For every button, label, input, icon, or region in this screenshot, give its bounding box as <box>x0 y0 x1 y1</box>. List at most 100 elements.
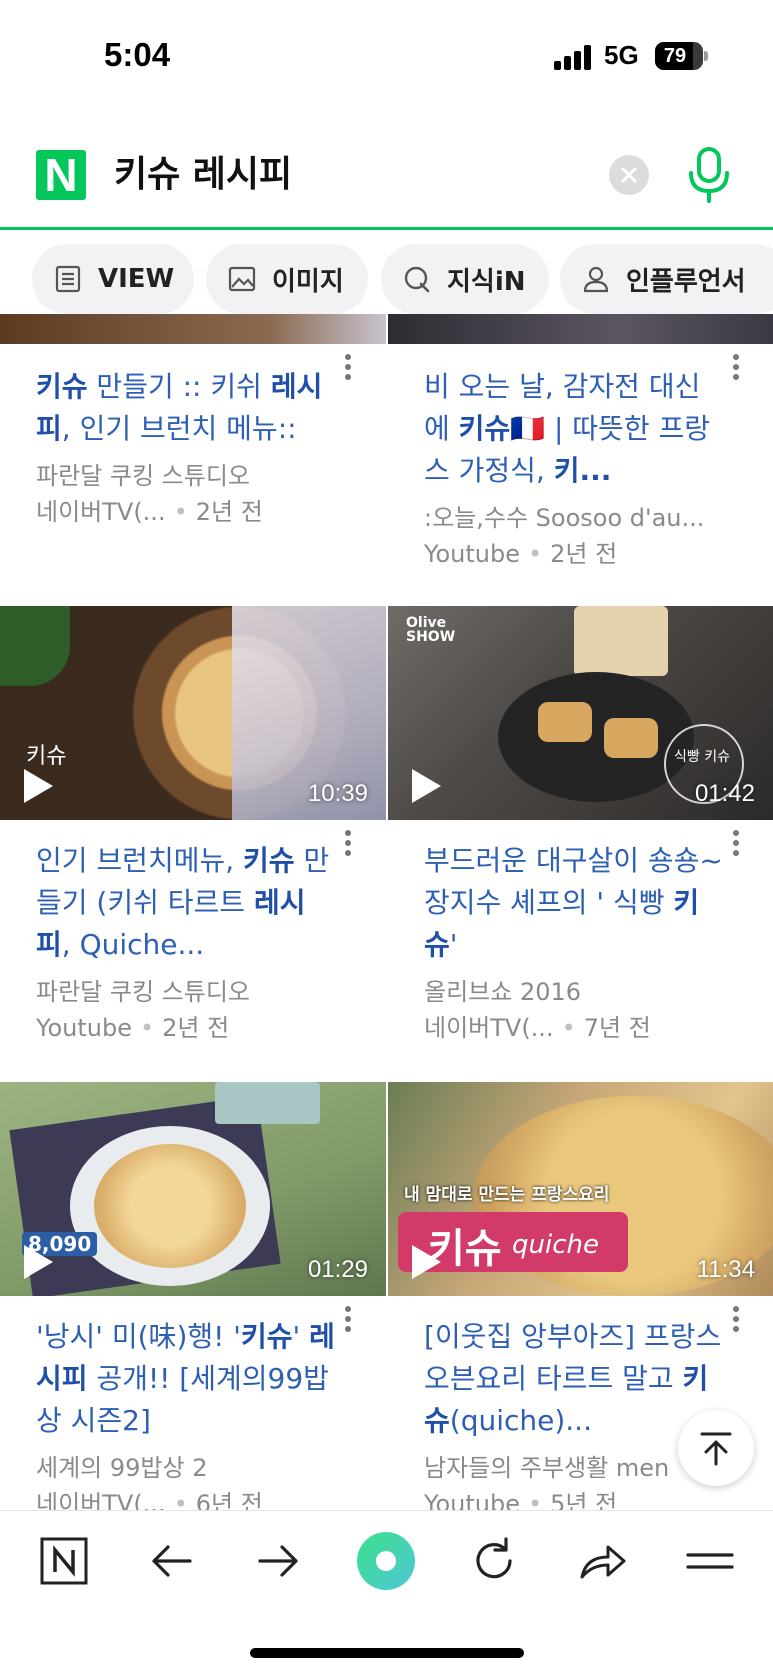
result-source: 파란달 쿠킹 스튜디오 <box>36 462 250 490</box>
dish-decoration <box>215 1082 320 1124</box>
green-dot-icon <box>357 1532 415 1590</box>
voice-search-button[interactable] <box>684 145 734 205</box>
highlighted-keyword: 키슈 <box>241 1320 293 1353</box>
separator-dot: • <box>140 1014 155 1042</box>
battery-icon: 79 <box>655 42 703 70</box>
home-indicator <box>250 1648 524 1658</box>
battery-percent: 79 <box>663 45 687 67</box>
screen: 5:04 5G 79 N 키슈 레시피 VIEW 이미지 지식iN 인플루언서 … <box>0 0 773 1676</box>
tab-influencer-label: 인플루언서 <box>626 266 746 297</box>
salad-decoration <box>0 606 70 686</box>
result-age: 2년 전 <box>162 1014 230 1042</box>
thumb-caption: 식빵 키슈 <box>674 749 730 765</box>
scroll-to-top-button[interactable] <box>678 1410 754 1486</box>
result-platform: Youtube <box>424 540 520 568</box>
highlighted-keyword: 키슈 <box>36 370 88 403</box>
result-source: 파란달 쿠킹 스튜디오 <box>36 978 250 1006</box>
quiche-piece <box>538 702 592 742</box>
video-thumbnail[interactable]: 8,090 01:29 <box>0 1082 386 1296</box>
result-platform: Youtube <box>36 1014 132 1042</box>
play-icon <box>412 769 441 803</box>
video-duration: 01:29 <box>307 1256 368 1283</box>
tab-image[interactable]: 이미지 <box>206 244 368 314</box>
refresh-button[interactable] <box>464 1531 524 1591</box>
arrow-up-icon <box>700 1432 732 1466</box>
tab-knowledge-in[interactable]: 지식iN <box>381 244 549 314</box>
separator-dot: • <box>561 1014 576 1042</box>
forward-arrow-icon <box>258 1545 298 1577</box>
play-icon <box>24 1245 53 1279</box>
tab-view[interactable]: VIEW <box>32 244 194 314</box>
plate-decoration <box>498 672 694 802</box>
title-text: ' <box>449 928 458 961</box>
document-icon <box>55 265 81 293</box>
highlighted-keyword: 키... <box>553 454 612 487</box>
network-type: 5G <box>604 40 639 70</box>
video-results: 키슈 만들기 :: 키쉬 레시피, 인기 브런치 메뉴:: 파란달 쿠킹 스튜디… <box>0 314 773 1510</box>
result-title[interactable]: 인기 브런치메뉴, 키슈 만들기 (키쉬 타르트 레시피, Quiche... <box>36 840 336 966</box>
more-options-button[interactable] <box>338 1302 358 1338</box>
video-thumbnail[interactable]: Olive SHOW 식빵 키슈 01:42 <box>388 606 773 820</box>
result-card[interactable]: 키슈 만들기 :: 키쉬 레시피, 인기 브런치 메뉴:: 파란달 쿠킹 스튜디… <box>36 366 336 530</box>
clear-search-button[interactable] <box>609 155 649 195</box>
video-thumbnail[interactable] <box>0 314 386 344</box>
status-time: 5:04 <box>104 36 171 73</box>
bread-loaf-decoration <box>574 606 668 676</box>
more-options-button[interactable] <box>726 826 746 862</box>
more-options-button[interactable] <box>338 826 358 862</box>
more-options-button[interactable] <box>726 350 746 386</box>
back-button[interactable] <box>142 1531 202 1591</box>
more-options-button[interactable] <box>726 1302 746 1338</box>
thumb-caption-2: quiche <box>512 1230 599 1260</box>
result-platform: Youtube <box>424 1490 520 1510</box>
result-source: :오늘,수수 Soosoo d'au... <box>424 504 705 532</box>
result-age: 2년 전 <box>195 498 263 526</box>
separator-dot: • <box>528 540 543 568</box>
video-thumbnail[interactable]: 키슈 10:39 <box>0 606 386 820</box>
result-card[interactable]: 비 오는 날, 감자전 대신에 키슈🇫🇷 | 따뜻한 프랑스 가정식, 키...… <box>424 366 724 572</box>
result-title[interactable]: '낭시' 미(味)행! '키슈' 레시피 공개!! [세계의99밥상 시즌2] <box>36 1316 336 1442</box>
highlighted-keyword: 키슈 <box>243 844 295 877</box>
olive-show-logo: Olive SHOW <box>406 615 456 645</box>
result-platform: 네이버TV(... <box>36 1490 166 1510</box>
quiche-decoration <box>94 1144 246 1268</box>
tab-view-label: VIEW <box>98 264 175 294</box>
result-title[interactable]: 비 오는 날, 감자전 대신에 키슈🇫🇷 | 따뜻한 프랑스 가정식, 키... <box>424 366 724 492</box>
result-title[interactable]: 부드러운 대구살이 숑숑~ 장지수 셰프의 ' 식빵 키슈' <box>424 840 724 966</box>
signal-icon <box>554 44 594 70</box>
quiche-piece <box>604 718 658 758</box>
result-meta: 세계의 99밥상 2 네이버TV(... • 6년 전 <box>36 1450 336 1510</box>
video-thumbnail[interactable]: 내 맘대로 만드는 프랑스요리 키슈 quiche 11:34 <box>388 1082 773 1296</box>
tab-influencer[interactable]: 인플루언서 <box>560 244 773 314</box>
menu-icon <box>686 1553 734 1569</box>
menu-button[interactable] <box>680 1531 740 1591</box>
result-title[interactable]: 키슈 만들기 :: 키쉬 레시피, 인기 브런치 메뉴:: <box>36 366 336 450</box>
result-card[interactable]: 부드러운 대구살이 숑숑~ 장지수 셰프의 ' 식빵 키슈' 올리브쇼 2016… <box>424 840 724 1046</box>
video-thumbnail[interactable] <box>388 314 773 344</box>
title-text: 만들기 :: 키쉬 <box>87 370 271 403</box>
title-text: ' <box>292 1320 310 1353</box>
search-bar: N 키슈 레시피 <box>0 125 773 230</box>
video-duration: 11:34 <box>696 1256 755 1283</box>
video-duration: 01:42 <box>694 780 755 807</box>
green-dot-button[interactable] <box>356 1523 416 1599</box>
result-meta: :오늘,수수 Soosoo d'au... Youtube • 2년 전 <box>424 500 724 572</box>
share-button[interactable] <box>572 1531 632 1591</box>
separator-dot: • <box>173 1490 188 1510</box>
result-age: 7년 전 <box>583 1014 651 1042</box>
forward-button[interactable] <box>248 1531 308 1591</box>
refresh-icon <box>476 1537 512 1579</box>
separator-dot: • <box>173 498 188 526</box>
result-meta: 파란달 쿠킹 스튜디오 Youtube • 2년 전 <box>36 974 336 1046</box>
video-duration: 10:39 <box>307 780 368 807</box>
result-age: 6년 전 <box>195 1490 263 1510</box>
search-input[interactable]: 키슈 레시피 <box>114 150 292 200</box>
result-card[interactable]: 인기 브런치메뉴, 키슈 만들기 (키쉬 타르트 레시피, Quiche... … <box>36 840 336 1046</box>
more-options-button[interactable] <box>338 350 358 386</box>
naver-logo[interactable]: N <box>36 150 86 200</box>
highlighted-keyword: 키슈 <box>458 412 511 445</box>
result-card[interactable]: '낭시' 미(味)행! '키슈' 레시피 공개!! [세계의99밥상 시즌2] … <box>36 1316 336 1510</box>
result-meta: 파란달 쿠킹 스튜디오 네이버TV(... • 2년 전 <box>36 458 336 530</box>
naver-home-button[interactable] <box>34 1531 94 1591</box>
result-source: 올리브쇼 2016 <box>424 978 582 1006</box>
